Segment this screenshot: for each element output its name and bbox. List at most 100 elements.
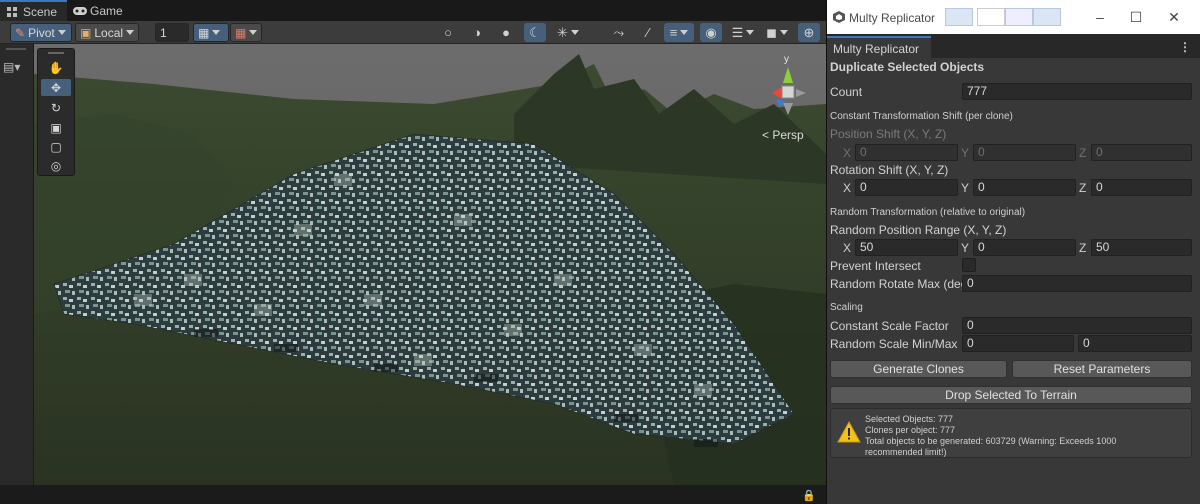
generate-clones-button[interactable]: Generate Clones (830, 360, 1007, 378)
warning-icon (837, 421, 861, 443)
axis-y-label: Y (961, 146, 970, 160)
move-tool-icon[interactable]: ✥ (41, 79, 71, 96)
const-scale-field[interactable]: 0 (962, 317, 1192, 334)
reset-parameters-button[interactable]: Reset Parameters (1012, 360, 1192, 378)
drag-handle[interactable] (48, 52, 64, 54)
local-label: Local (94, 25, 124, 40)
close-icon[interactable]: ✕ (1166, 10, 1182, 24)
taskbar-restore-icon[interactable] (977, 8, 1005, 26)
pivot-dropdown[interactable]: ✎ Pivot (10, 23, 72, 42)
help-line-selected: Selected Objects: 777 (865, 414, 954, 424)
transform-tool-icon[interactable]: ◎ (41, 157, 71, 174)
gizmo-neg-x-axis (796, 89, 806, 97)
pivot-icon: ✎ (15, 25, 26, 40)
taskbar-color-icon[interactable] (1005, 8, 1033, 26)
tab-game-label: Game (90, 3, 123, 18)
minimize-icon[interactable]: – (1092, 10, 1108, 24)
grid-icon (6, 6, 18, 18)
prevent-intersect-checkbox[interactable] (962, 258, 976, 272)
window-title: Multy Replicator (849, 11, 936, 25)
rotation-shift-z-field[interactable]: 0 (1091, 179, 1192, 196)
lighting-toggle-icon[interactable]: ☾ (524, 23, 546, 42)
count-label: Count (830, 85, 863, 99)
projection-label[interactable]: < Persp (762, 128, 804, 142)
fx-off-icon[interactable]: ⤳ (608, 23, 630, 42)
axis-x-label: X (843, 181, 852, 195)
layer-stack-icon[interactable]: ☰ (728, 23, 758, 42)
random-rotate-field[interactable]: 0 (962, 275, 1192, 292)
camera-icon[interactable]: ◼ (762, 23, 792, 42)
grid-snap-value: 1 (160, 25, 167, 40)
const-shift-header: Constant Transformation Shift (per clone… (830, 111, 1013, 122)
window-titlebar[interactable]: Multy Replicator – ☐ ✕ (827, 0, 1200, 34)
scale-tool-icon[interactable]: ▣ (41, 119, 71, 136)
help-line-total: Total objects to be generated: 603729 (W… (865, 436, 1117, 446)
gizmo-center-cube (781, 85, 795, 99)
chevron-down-icon (212, 30, 221, 35)
rect-tool-icon[interactable]: ▢ (41, 138, 71, 155)
random-scale-label: Random Scale Min/Max (830, 337, 958, 351)
tab-scene-label: Scene (23, 4, 58, 19)
layers-icon[interactable]: ≡ (664, 23, 694, 42)
position-shift-label: Position Shift (X, Y, Z) (830, 127, 947, 141)
grid-visibility-button[interactable]: ▦ (193, 23, 229, 42)
scene-tab-bar: Scene Game (0, 0, 826, 21)
kebab-menu-icon[interactable]: ⋮ (1179, 40, 1191, 54)
multy-replicator-window: Multy Replicator – ☐ ✕ Multy Replicator … (826, 0, 1200, 504)
scene-viewport[interactable] (34, 44, 826, 485)
tool-palette: ✋ ✥ ↻ ▣ ▢ ◎ (37, 48, 75, 176)
chevron-down-icon (126, 30, 135, 35)
rotation-shift-x-field[interactable]: 0 (855, 179, 958, 196)
random-position-x-field[interactable]: 50 (855, 239, 958, 256)
status-bar (0, 485, 826, 504)
window-tab-row: Multy Replicator ⋮ (827, 34, 1200, 58)
shaded-sphere-icon[interactable]: ● (495, 23, 517, 42)
tab-game[interactable]: Game (67, 0, 133, 21)
cube-icon: ▣ (80, 25, 92, 40)
chevron-down-icon (57, 30, 66, 35)
lock-icon[interactable]: 🔒 (802, 489, 816, 502)
left-dock-strip: ▤▾ (0, 44, 34, 485)
position-shift-z-field: 0 (1091, 144, 1192, 161)
overlay-menu-icon[interactable]: ▤▾ (3, 60, 20, 74)
gizmo-y-label: y (784, 55, 789, 65)
random-position-z-field[interactable]: 50 (1091, 239, 1192, 256)
pivot-label: Pivot (28, 25, 55, 40)
audio-off-icon[interactable]: ∕ (637, 23, 659, 42)
drag-handle[interactable] (6, 48, 26, 50)
gizmo-x-axis (772, 87, 782, 99)
axis-z-label: Z (1079, 181, 1087, 195)
gizmo-y-axis (783, 67, 793, 83)
taskbar-window-icon[interactable] (945, 8, 973, 26)
tab-multy-replicator[interactable]: Multy Replicator (827, 36, 931, 58)
random-scale-min-field[interactable]: 0 (962, 335, 1074, 352)
help-line-clones: Clones per object: 777 (865, 425, 956, 435)
maximize-icon[interactable]: ☐ (1128, 10, 1144, 24)
count-field[interactable]: 777 (962, 83, 1192, 100)
random-position-label: Random Position Range (X, Y, Z) (830, 223, 1007, 237)
tab-scene[interactable]: Scene (0, 0, 68, 21)
snap-increment-button[interactable]: ▦ (230, 23, 262, 42)
grid-snap-input[interactable]: 1 (155, 23, 189, 42)
taskbar-collapse-icon[interactable] (1033, 8, 1061, 26)
rotate-tool-icon[interactable]: ↻ (41, 99, 71, 116)
random-rotate-label: Random Rotate Max (degr (830, 277, 972, 291)
shaded-globe-icon[interactable]: ○ (437, 23, 459, 42)
random-position-y-field[interactable]: 0 (973, 239, 1076, 256)
prevent-intersect-label: Prevent Intersect (830, 259, 921, 273)
local-dropdown[interactable]: ▣ Local (75, 23, 139, 42)
random-scale-max-field[interactable]: 0 (1078, 335, 1192, 352)
rotation-shift-y-field[interactable]: 0 (973, 179, 1076, 196)
axis-z-label: Z (1079, 146, 1087, 160)
gizmos-icon[interactable]: ⊕ (798, 23, 820, 42)
snap-icon: ▦ (235, 25, 247, 40)
wireframe-icon[interactable]: ◑ (466, 23, 488, 42)
visibility-eye-icon[interactable]: ◉ (700, 23, 722, 42)
help-text: Selected Objects: 777 Clones per object:… (865, 414, 1185, 458)
help-line-warning: recommended limit!) (865, 447, 947, 457)
debug-bug-icon[interactable]: ✳ (553, 23, 583, 42)
axis-y-label: Y (961, 241, 970, 255)
section-header-duplicate: Duplicate Selected Objects (830, 60, 985, 74)
hand-tool-icon[interactable]: ✋ (41, 59, 71, 76)
drop-to-terrain-button[interactable]: Drop Selected To Terrain (830, 386, 1192, 404)
